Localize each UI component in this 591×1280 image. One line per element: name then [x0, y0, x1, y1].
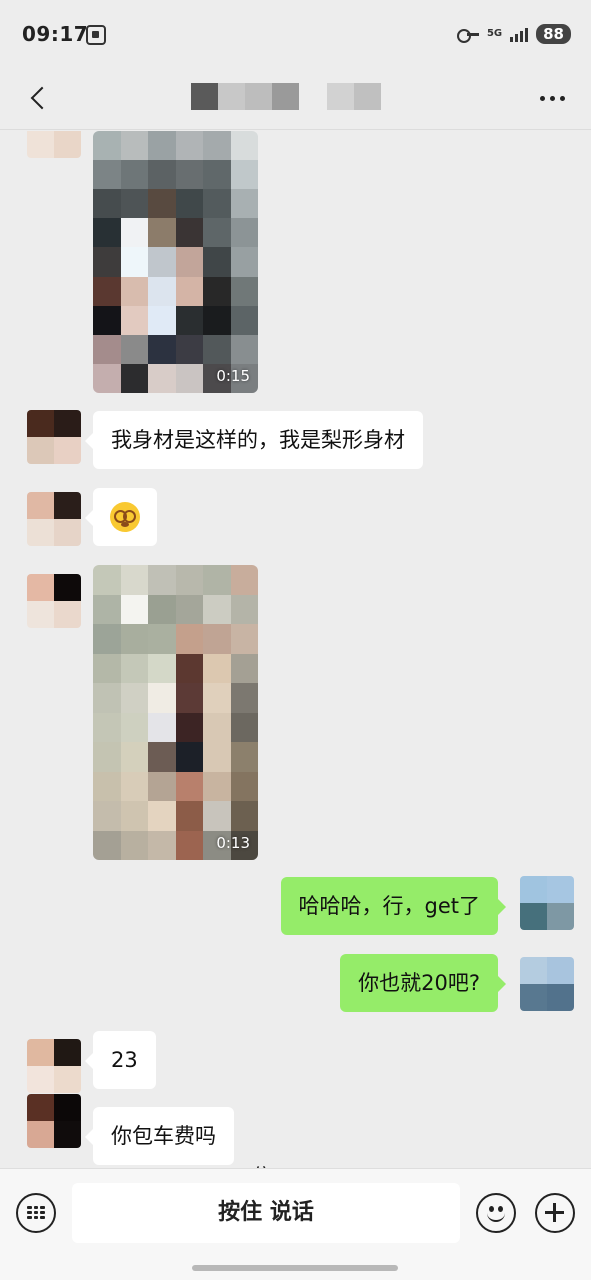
video-message[interactable]: 0:13	[93, 565, 258, 860]
battery-badge: 88	[536, 24, 571, 44]
contact-avatar[interactable]	[27, 1094, 81, 1148]
contact-avatar[interactable]	[27, 1039, 81, 1093]
more-options-icon[interactable]	[540, 96, 565, 101]
message-text: 23	[111, 1048, 138, 1072]
message-list[interactable]: 0:15 我身材是这样的，我是梨形身材 0:13 哈哈哈，行，get了 你也就2…	[0, 131, 591, 1168]
back-icon[interactable]	[26, 84, 56, 114]
status-indicators: 5G 88	[456, 24, 571, 44]
message-bubble[interactable]: 你包车费吗	[85, 1107, 234, 1165]
message-bubble[interactable]: 我身材是这样的，我是梨形身材	[85, 411, 423, 469]
home-indicator[interactable]	[192, 1265, 398, 1271]
message-bubble[interactable]: 哈哈哈，行，get了	[280, 877, 507, 935]
contact-avatar[interactable]	[27, 131, 81, 158]
hold-to-talk-button[interactable]: 按住 说话	[72, 1183, 460, 1243]
emoji-icon[interactable]	[476, 1193, 516, 1233]
message-bubble[interactable]: 你也就20吧?	[340, 954, 506, 1012]
video-message[interactable]: 0:15	[93, 131, 258, 393]
chat-title-obscured	[191, 83, 381, 110]
status-time: 09:17	[22, 22, 89, 46]
message-text: 你也就20吧?	[358, 971, 480, 995]
emoji-message-bubble[interactable]	[85, 488, 157, 546]
dizzy-face-icon	[110, 502, 140, 532]
input-bar: 按住 说话	[0, 1168, 591, 1280]
my-avatar[interactable]	[520, 957, 574, 1011]
video-duration: 0:13	[216, 834, 250, 852]
message-text: 我身材是这样的，我是梨形身材	[111, 428, 405, 452]
vpn-key-icon	[456, 27, 479, 43]
status-bar: 09:17 5G 88	[0, 0, 591, 70]
plus-icon[interactable]	[535, 1193, 575, 1233]
my-avatar[interactable]	[520, 876, 574, 930]
chat-header	[0, 70, 591, 130]
video-duration: 0:15	[216, 367, 250, 385]
message-text: 哈哈哈，行，get了	[298, 894, 480, 918]
contact-avatar[interactable]	[27, 574, 81, 628]
signal-icon	[510, 26, 529, 42]
network-type: 5G	[486, 28, 503, 39]
contact-avatar[interactable]	[27, 410, 81, 464]
keyboard-icon[interactable]	[16, 1193, 56, 1233]
screenshot-icon	[86, 25, 106, 45]
message-text: 你包车费吗	[111, 1124, 216, 1148]
contact-avatar[interactable]	[27, 492, 81, 546]
message-bubble[interactable]: 23	[85, 1031, 156, 1089]
